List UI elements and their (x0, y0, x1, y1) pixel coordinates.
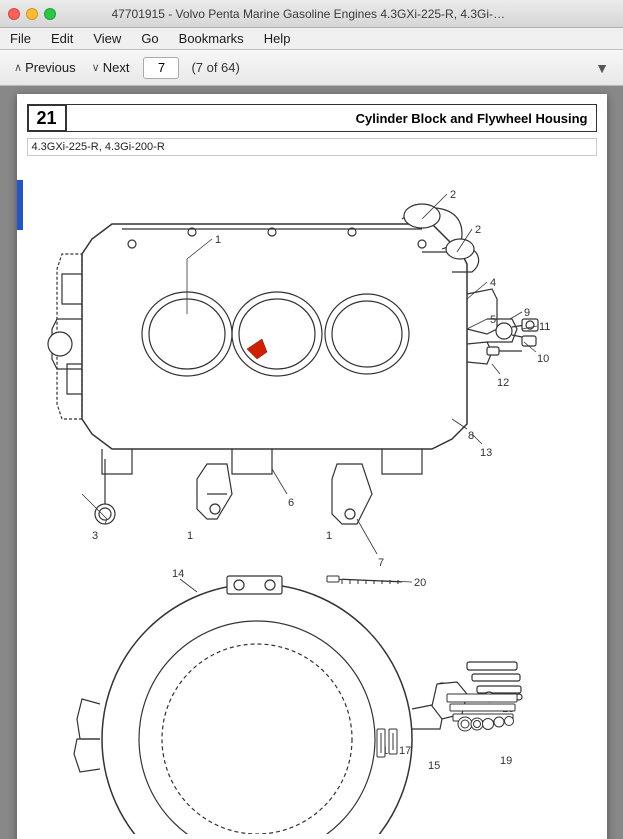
svg-text:8: 8 (468, 430, 474, 442)
menu-bar: File Edit View Go Bookmarks Help (0, 28, 623, 50)
content-area: 21 Cylinder Block and Flywheel Housing 4… (0, 86, 623, 839)
page-number: 21 (27, 104, 67, 132)
maximize-button[interactable] (44, 8, 56, 20)
technical-diagram: 1 2 2 3 4 (32, 164, 592, 834)
page-number-input[interactable] (143, 57, 179, 79)
pdf-page: 21 Cylinder Block and Flywheel Housing 4… (17, 94, 607, 839)
menu-file[interactable]: File (6, 29, 35, 48)
svg-text:1: 1 (215, 234, 221, 246)
svg-text:13: 13 (480, 447, 492, 459)
svg-text:10: 10 (537, 353, 549, 365)
svg-text:2: 2 (450, 189, 456, 201)
previous-button[interactable]: ∧ Previous (8, 57, 82, 78)
svg-text:11: 11 (539, 321, 550, 333)
svg-text:7: 7 (378, 557, 384, 569)
svg-text:6: 6 (288, 497, 294, 509)
svg-text:19: 19 (500, 755, 512, 767)
svg-text:20: 20 (414, 577, 426, 589)
traffic-lights (8, 8, 56, 20)
svg-text:1: 1 (187, 530, 193, 542)
svg-text:9: 9 (524, 307, 530, 319)
page-header: 21 Cylinder Block and Flywheel Housing (27, 104, 597, 132)
title-bar: 47701915 - Volvo Penta Marine Gasoline E… (0, 0, 623, 28)
page-count: (7 of 64) (191, 60, 239, 75)
svg-text:2: 2 (475, 224, 481, 236)
svg-text:17: 17 (399, 745, 411, 757)
menu-bookmarks[interactable]: Bookmarks (175, 29, 248, 48)
window-title: 47701915 - Volvo Penta Marine Gasoline E… (112, 7, 512, 21)
toolbar: ∧ Previous ∨ Next (7 of 64) ▼ (0, 50, 623, 86)
page-subtitle: 4.3GXi-225-R, 4.3Gi-200-R (27, 138, 597, 156)
diagram-container: 1 2 2 3 4 (27, 164, 597, 834)
close-button[interactable] (8, 8, 20, 20)
svg-text:3: 3 (92, 530, 98, 542)
menu-help[interactable]: Help (260, 29, 295, 48)
previous-label: Previous (25, 60, 76, 75)
chevron-up-icon: ∧ (14, 61, 22, 74)
svg-text:15: 15 (428, 760, 440, 772)
page-title: Cylinder Block and Flywheel Housing (67, 104, 597, 132)
menu-view[interactable]: View (89, 29, 125, 48)
menu-go[interactable]: Go (137, 29, 162, 48)
menu-edit[interactable]: Edit (47, 29, 77, 48)
svg-text:1: 1 (326, 530, 332, 542)
chevron-down-icon: ∨ (92, 61, 100, 74)
svg-text:5: 5 (490, 314, 496, 326)
next-label: Next (103, 60, 130, 75)
toolbar-dropdown-icon[interactable]: ▼ (589, 58, 615, 78)
svg-text:12: 12 (497, 377, 509, 389)
blue-accent (17, 180, 23, 230)
svg-text:4: 4 (490, 277, 496, 289)
svg-text:14: 14 (172, 568, 184, 580)
next-button[interactable]: ∨ Next (86, 57, 136, 78)
minimize-button[interactable] (26, 8, 38, 20)
